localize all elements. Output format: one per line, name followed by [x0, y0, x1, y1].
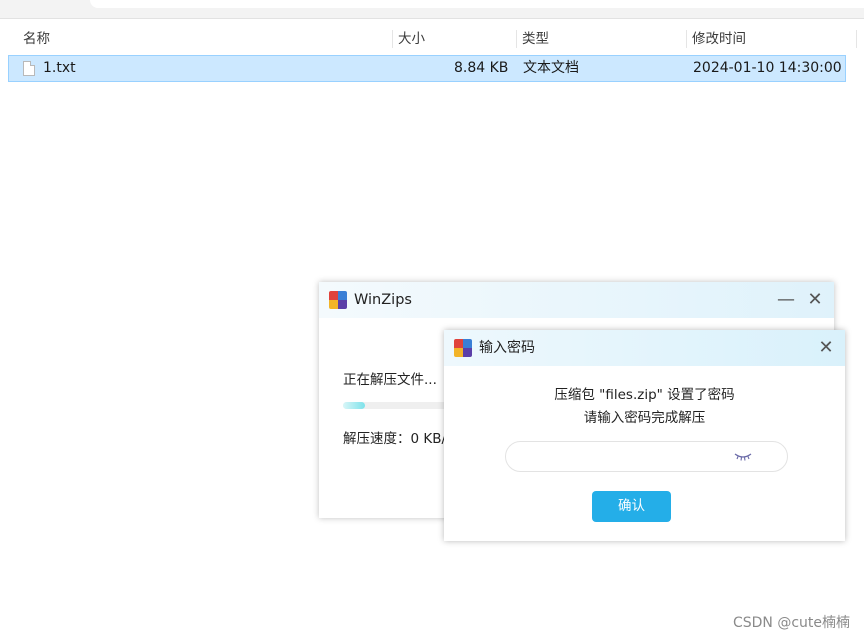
file-name: 1.txt	[43, 60, 76, 76]
password-dialog-titlebar[interactable]: 输入密码 ✕	[444, 330, 845, 366]
winzips-logo-icon	[329, 291, 347, 309]
column-header-type[interactable]: 类型	[522, 28, 549, 50]
column-divider[interactable]	[856, 30, 857, 48]
column-divider[interactable]	[392, 30, 393, 48]
file-modified: 2024-01-10 14:30:00	[693, 60, 842, 76]
winzips-logo-icon	[454, 339, 472, 357]
password-message-line2: 请输入密码完成解压	[583, 410, 706, 426]
watermark: CSDN @cute楠楠	[732, 615, 850, 631]
file-type: 文本文档	[523, 60, 579, 76]
password-dialog: 输入密码 ✕ 压缩包 "files.zip" 设置了密码 请输入密码完成解压 确…	[444, 330, 845, 541]
eye-closed-icon[interactable]	[734, 451, 752, 463]
close-icon[interactable]: ✕	[805, 290, 825, 310]
address-bar[interactable]	[90, 0, 864, 8]
file-row[interactable]: 1.txt 8.84 KB 文本文档 2024-01-10 14:30:00	[8, 55, 846, 82]
file-size: 8.84 KB	[454, 60, 509, 76]
extract-speed: 解压速度：0 KB/	[343, 431, 447, 447]
minimize-icon[interactable]: —	[776, 290, 796, 310]
column-header-size[interactable]: 大小	[398, 28, 425, 50]
text-file-icon	[23, 61, 35, 76]
extract-status: 正在解压文件...	[343, 372, 437, 388]
address-bar-strip	[0, 0, 864, 19]
column-header-name[interactable]: 名称	[23, 28, 50, 50]
confirm-button[interactable]: 确认	[592, 491, 671, 522]
extract-progress-fill	[343, 402, 365, 409]
column-divider[interactable]	[686, 30, 687, 48]
close-icon[interactable]: ✕	[816, 338, 836, 358]
winzips-titlebar[interactable]: WinZips — ✕	[319, 282, 834, 318]
winzips-title: WinZips	[354, 292, 412, 308]
password-message-line1: 压缩包 "files.zip" 设置了密码	[554, 387, 735, 403]
column-divider[interactable]	[516, 30, 517, 48]
password-dialog-title: 输入密码	[479, 340, 535, 356]
column-header-modified[interactable]: 修改时间	[692, 28, 746, 50]
